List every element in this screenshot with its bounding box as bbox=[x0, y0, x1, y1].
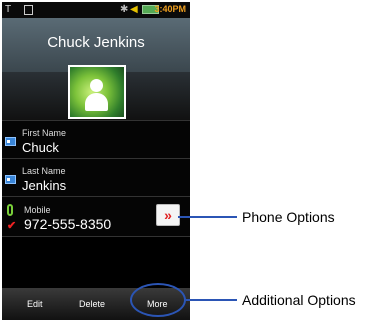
status-time: 3:40PM bbox=[154, 4, 186, 14]
status-bar: T ✱ ◀ 3:40PM bbox=[2, 2, 190, 18]
contact-card-icon bbox=[5, 137, 16, 146]
phone-screen: T ✱ ◀ 3:40PM Chuck Jenkins First Name Ch… bbox=[2, 2, 190, 320]
phone-icon bbox=[7, 204, 13, 216]
delete-button[interactable]: Delete bbox=[79, 299, 105, 309]
empty-list-area bbox=[2, 236, 190, 288]
last-name-value: Jenkins bbox=[22, 178, 67, 193]
additional-options-callout-line bbox=[186, 299, 237, 301]
first-name-label: First Name bbox=[22, 128, 67, 138]
mobile-row[interactable]: ✔ Mobile 972-555-8350 » bbox=[2, 196, 190, 236]
mobile-label: Mobile bbox=[24, 205, 51, 215]
bluetooth-icon: ✱ bbox=[120, 4, 129, 15]
phone-options-callout: Phone Options bbox=[242, 209, 335, 225]
volume-icon: ◀ bbox=[130, 4, 138, 15]
last-name-row[interactable]: Last Name Jenkins bbox=[2, 158, 190, 196]
signal-icon: T bbox=[5, 4, 12, 15]
contact-name-title: Chuck Jenkins bbox=[47, 34, 145, 51]
contact-photo[interactable] bbox=[68, 65, 126, 119]
last-name-label: Last Name bbox=[22, 166, 66, 176]
mobile-number: 972-555-8350 bbox=[24, 216, 112, 232]
contact-card-icon bbox=[5, 175, 16, 184]
contact-header: Chuck Jenkins bbox=[2, 18, 190, 72]
edit-button[interactable]: Edit bbox=[27, 299, 43, 309]
phone-options-button[interactable]: » bbox=[156, 204, 180, 226]
first-name-value: Chuck bbox=[22, 140, 59, 155]
more-highlight-circle bbox=[130, 283, 186, 317]
checkmark-icon: ✔ bbox=[7, 220, 17, 232]
memory-card-icon bbox=[24, 5, 33, 15]
additional-options-callout: Additional Options bbox=[242, 292, 356, 308]
first-name-row[interactable]: First Name Chuck bbox=[2, 120, 190, 158]
avatar-placeholder-icon bbox=[70, 67, 124, 117]
double-chevron-right-icon: » bbox=[164, 207, 172, 223]
photo-area bbox=[2, 65, 190, 120]
phone-options-callout-line bbox=[178, 216, 237, 218]
